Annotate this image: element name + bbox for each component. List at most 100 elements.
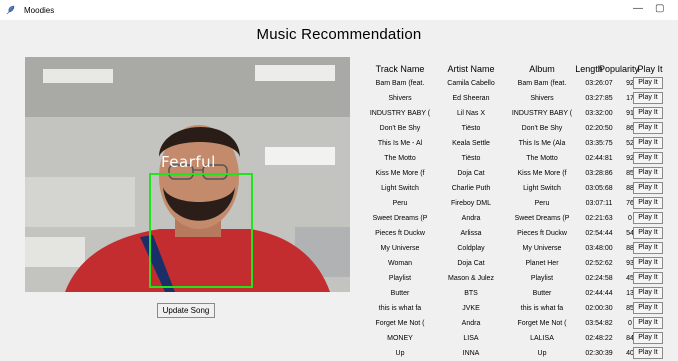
title-bar: Moodies — ▢ bbox=[0, 0, 678, 20]
track-name-cell: MONEY bbox=[387, 335, 413, 342]
artist-name-cell: Lil Nas X bbox=[456, 110, 485, 117]
update-song-button[interactable]: Update Song bbox=[157, 303, 215, 318]
artist-name-cell: Arlissa bbox=[460, 230, 482, 237]
track-name-cell: Forget Me Not ( bbox=[375, 320, 425, 327]
play-it-button[interactable]: Play It bbox=[633, 227, 663, 239]
length-cell: 03:26:07 bbox=[585, 80, 613, 87]
album-cell: Up bbox=[537, 350, 547, 357]
album-cell: Forget Me Not ( bbox=[517, 320, 567, 327]
album-cell: Light Switch bbox=[523, 185, 561, 192]
table-row: Don't Be Shy Tiësto Don't Be Shy 02:20:50 86… bbox=[363, 121, 663, 136]
table-row: INDUSTRY BABY (Lil Nas X INDUSTRY BABY (0… bbox=[363, 106, 663, 121]
window-title: Moodies bbox=[24, 6, 55, 15]
table-row: Forget Me Not ( Andra Forget Me Not ( 03:54… bbox=[363, 316, 663, 331]
artist-name-cell: BTS bbox=[464, 290, 478, 297]
play-it-button[interactable]: Play It bbox=[633, 197, 663, 209]
artist-name-cell: Tiësto bbox=[461, 125, 481, 132]
face-detection-box bbox=[149, 173, 253, 288]
table-row: Bam Bam (feat. Camila Cabello Bam Bam (fea… bbox=[363, 76, 663, 91]
table-row: Woman Doja Cat Planet Her 02:52:62 93 Play It bbox=[363, 256, 663, 271]
maximize-button[interactable]: ▢ bbox=[655, 3, 664, 14]
length-cell: 02:20:50 bbox=[585, 125, 613, 132]
track-name-cell: Light Switch bbox=[381, 185, 419, 192]
artist-name-cell: Fireboy DML bbox=[450, 200, 492, 207]
table-row: MONEY LISA LALISA 02:48:22 84 Play It bbox=[363, 331, 663, 346]
play-it-button[interactable]: Play It bbox=[633, 257, 663, 269]
play-it-button[interactable]: Play It bbox=[633, 92, 663, 104]
play-it-button[interactable]: Play It bbox=[633, 212, 663, 224]
album-cell: Butter bbox=[532, 290, 552, 297]
emotion-label: Fearful bbox=[161, 153, 216, 171]
table-row: This Is Me - Al Keala Settle This Is Me (A… bbox=[363, 136, 663, 151]
table-row: Playlist Mason & Julez Playlist 02:24:58 45 P… bbox=[363, 271, 663, 286]
track-name-cell: Bam Bam (feat. bbox=[375, 80, 425, 87]
play-it-button[interactable]: Play It bbox=[633, 317, 663, 329]
album-cell: INDUSTRY BABY ( bbox=[511, 110, 573, 117]
play-it-button[interactable]: Play It bbox=[633, 77, 663, 89]
header-play: Play It bbox=[637, 64, 663, 74]
length-cell: 02:52:62 bbox=[585, 260, 613, 267]
length-cell: 02:00:30 bbox=[585, 305, 613, 312]
minimize-button[interactable]: — bbox=[633, 3, 643, 14]
length-cell: 03:07:11 bbox=[585, 200, 613, 207]
artist-name-cell: Andra bbox=[461, 320, 481, 327]
play-it-button[interactable]: Play It bbox=[633, 137, 663, 149]
play-it-button[interactable]: Play It bbox=[633, 287, 663, 299]
table-row: Butter BTS Butter 02:44:44 13 Play It bbox=[363, 286, 663, 301]
header-album: Album bbox=[529, 64, 555, 74]
play-it-button[interactable]: Play It bbox=[633, 347, 663, 359]
length-cell: 03:54:82 bbox=[585, 320, 613, 327]
artist-name-cell: Coldplay bbox=[457, 245, 485, 252]
artist-name-cell: Tiësto bbox=[461, 155, 481, 162]
length-cell: 02:30:39 bbox=[585, 350, 613, 357]
table-row: Pieces ft Duckw Arlissa Pieces ft Duckw 02:… bbox=[363, 226, 663, 241]
track-name-cell: Kiss Me More (f bbox=[375, 170, 425, 177]
table-row: Peru Fireboy DML Peru 03:07:11 76 Play It bbox=[363, 196, 663, 211]
play-it-button[interactable]: Play It bbox=[633, 107, 663, 119]
artist-name-cell: JVKE bbox=[462, 305, 480, 312]
length-cell: 02:24:58 bbox=[585, 275, 613, 282]
length-cell: 02:54:44 bbox=[585, 230, 613, 237]
length-cell: 03:05:68 bbox=[585, 185, 613, 192]
play-it-button[interactable]: Play It bbox=[633, 242, 663, 254]
track-name-cell: Peru bbox=[392, 200, 408, 207]
table-row: Shivers Ed Sheeran Shivers 03:27:85 17 Play I… bbox=[363, 91, 663, 106]
table-row: this is what fa JVKE this is what fa 02:00:… bbox=[363, 301, 663, 316]
artist-name-cell: Mason & Julez bbox=[448, 275, 494, 282]
track-name-cell: Don't Be Shy bbox=[379, 125, 421, 132]
album-cell: The Motto bbox=[526, 155, 558, 162]
album-cell: Sweet Dreams (P bbox=[514, 215, 570, 222]
play-it-button[interactable]: Play It bbox=[633, 152, 663, 164]
artist-name-cell: Doja Cat bbox=[457, 260, 485, 267]
play-it-button[interactable]: Play It bbox=[633, 332, 663, 344]
track-name-cell: Playlist bbox=[388, 275, 412, 282]
length-cell: 03:32:00 bbox=[585, 110, 613, 117]
album-cell: Planet Her bbox=[525, 260, 559, 267]
track-name-cell: Shivers bbox=[388, 95, 412, 102]
play-it-button[interactable]: Play It bbox=[633, 272, 663, 284]
album-cell: Bam Bam (feat. bbox=[517, 80, 567, 87]
length-cell: 02:48:22 bbox=[585, 335, 613, 342]
play-it-button[interactable]: Play It bbox=[633, 167, 663, 179]
track-name-cell: This Is Me - Al bbox=[377, 140, 423, 147]
artist-name-cell: INNA bbox=[462, 350, 480, 357]
play-it-button[interactable]: Play It bbox=[633, 122, 663, 134]
artist-name-cell: LISA bbox=[463, 335, 479, 342]
album-cell: Kiss Me More (f bbox=[517, 170, 567, 177]
length-cell: 03:27:85 bbox=[585, 95, 613, 102]
length-cell: 02:44:81 bbox=[585, 155, 613, 162]
track-name-cell: Butter bbox=[390, 290, 410, 297]
length-cell: 02:21:63 bbox=[585, 215, 613, 222]
play-it-button[interactable]: Play It bbox=[633, 182, 663, 194]
table-header: Track Name Artist Name Album Length Popu… bbox=[363, 62, 663, 76]
album-cell: Playlist bbox=[530, 275, 554, 282]
table-row: Up INNA Up 02:30:39 40 Play It bbox=[363, 346, 663, 361]
track-name-cell: this is what fa bbox=[378, 305, 422, 312]
album-cell: Shivers bbox=[530, 95, 554, 102]
table-row: The Motto Tiësto The Motto 02:44:81 92 Play I… bbox=[363, 151, 663, 166]
play-it-button[interactable]: Play It bbox=[633, 302, 663, 314]
table-row: Kiss Me More (f Doja Cat Kiss Me More (f 03… bbox=[363, 166, 663, 181]
table-row: My Universe Coldplay My Universe 03:48:00 88… bbox=[363, 241, 663, 256]
artist-name-cell: Doja Cat bbox=[457, 170, 485, 177]
track-name-cell: Woman bbox=[388, 260, 412, 267]
